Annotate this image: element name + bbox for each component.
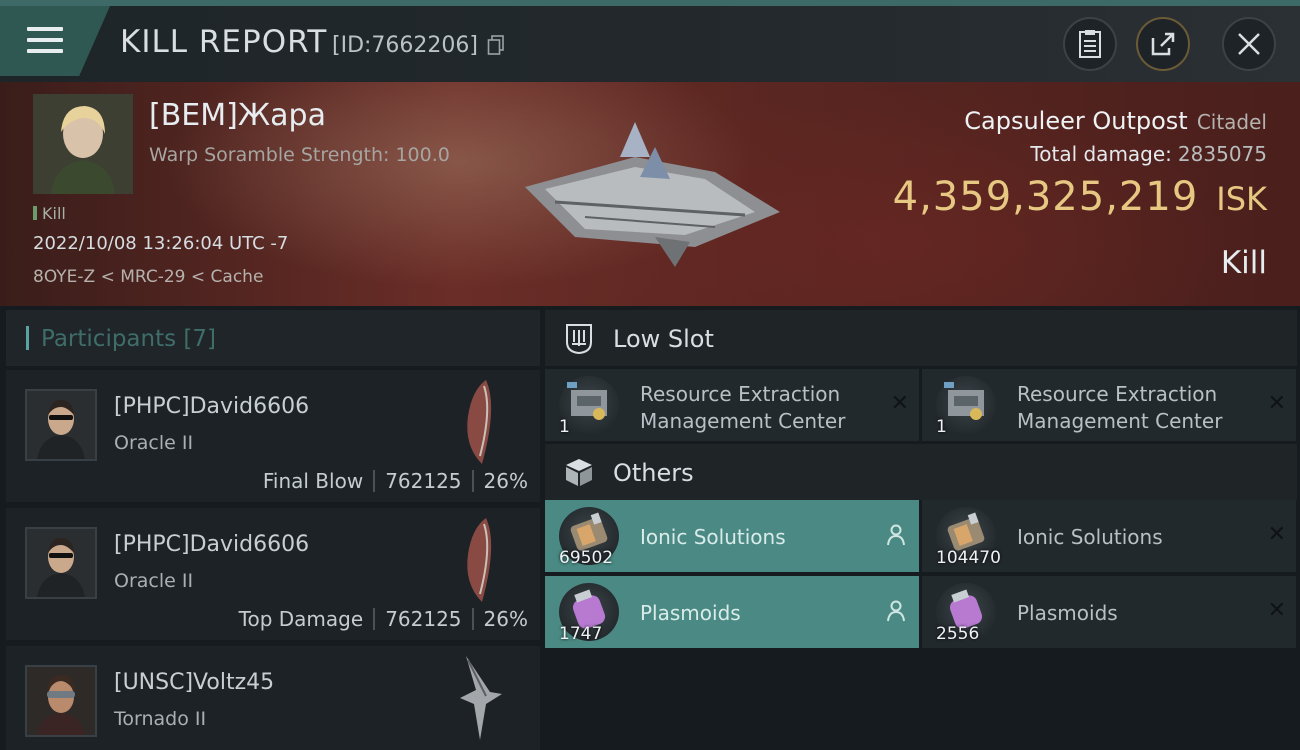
item-quantity: 69502	[559, 548, 614, 568]
divider	[471, 470, 474, 492]
victim-avatar-image	[33, 94, 133, 194]
victim-portrait[interactable]	[33, 94, 133, 194]
divider	[471, 608, 474, 630]
cube-icon	[566, 459, 592, 486]
item-name: Resource Extraction Management Center	[1017, 382, 1223, 433]
participants-header: Participants [7]	[6, 310, 540, 366]
item-name: Plasmoids	[1017, 601, 1118, 625]
dropped-person-icon	[887, 600, 905, 622]
isk-value-line: 4,359,325,219 ISK	[893, 174, 1267, 220]
tornado-ship-icon	[460, 656, 502, 740]
isk-unit: ISK	[1216, 180, 1267, 218]
participant-name[interactable]: [PHPC]David6606	[114, 394, 309, 419]
clipboard-button[interactable]	[1063, 17, 1117, 71]
oracle-ship-icon	[467, 518, 492, 602]
kill-location[interactable]: 8OYE-Z < MRC-29 < Cache	[33, 267, 263, 287]
target-type: Citadel	[1196, 110, 1267, 134]
participant-row[interactable]: [UNSC]Voltz45 Tornado II	[6, 646, 540, 750]
warp-scramble-strength: Warp Soramble Strength: 100.0	[149, 144, 450, 166]
cargo-item[interactable]: 104470 Ionic Solutions ✕	[922, 500, 1296, 572]
citadel-ship-image	[525, 122, 780, 267]
total-damage: Total damage: 2835075	[1030, 142, 1267, 166]
destroyed-x-icon: ✕	[1267, 522, 1286, 547]
destroyed-x-icon: ✕	[890, 391, 909, 416]
item-name: Ionic Solutions	[1017, 525, 1163, 549]
close-icon	[1238, 33, 1260, 55]
participant-row[interactable]: [PHPC]David6606 Oracle II Top Damage 7621…	[6, 508, 540, 640]
cargo-item[interactable]: 69502 Ionic Solutions	[545, 500, 919, 572]
kill-datetime: 2022/10/08 13:26:04 UTC -7	[33, 233, 289, 254]
avatar	[25, 665, 97, 737]
low-slot-title: Low Slot	[613, 325, 714, 353]
total-damage-label: Total damage:	[1030, 142, 1172, 166]
participant-stats: Final Blow 762125 26%	[263, 469, 528, 493]
item-name: Ionic Solutions	[640, 525, 786, 549]
target-info: Capsuleer Outpost Citadel	[964, 107, 1267, 135]
share-icon	[1151, 32, 1175, 56]
participant-role: Final Blow	[262, 469, 364, 493]
participants-panel: Participants [7] [PHPC]David6606 Oracle …	[6, 310, 540, 750]
top-bar: KILL REPORT [ID:7662206]	[0, 0, 1300, 82]
oracle-ship-icon	[467, 380, 492, 464]
report-id: [ID:7662206]	[332, 33, 478, 58]
participant-damage: 762125	[385, 469, 462, 493]
fitting-panel: Low Slot 1 Resource Extraction Managemen…	[545, 310, 1300, 750]
total-damage-value: 2835075	[1177, 142, 1267, 166]
participants-title: Participants [7]	[26, 326, 216, 352]
participant-percent: 26%	[483, 469, 528, 493]
participant-stats: Top Damage 762125 26%	[239, 607, 528, 631]
others-header: Others	[545, 444, 1297, 500]
low-slot-icon	[566, 324, 592, 354]
participant-name[interactable]: [UNSC]Voltz45	[114, 670, 274, 695]
participant-ship: Oracle II	[114, 432, 194, 454]
victim-name[interactable]: [BEM]Жара	[149, 98, 326, 133]
module-item[interactable]: 1 Resource Extraction Management Center …	[922, 369, 1296, 441]
item-quantity: 1	[559, 417, 570, 437]
participant-name[interactable]: [PHPC]David6606	[114, 532, 309, 557]
participant-percent: 26%	[483, 607, 528, 631]
close-button[interactable]	[1222, 17, 1276, 71]
participant-ship: Tornado II	[114, 708, 207, 730]
target-name[interactable]: Capsuleer Outpost	[964, 107, 1187, 135]
kill-summary-banner: [BEM]Жара Warp Soramble Strength: 100.0 …	[0, 82, 1300, 306]
cargo-item[interactable]: 2556 Plasmoids ✕	[922, 576, 1296, 648]
divider	[373, 608, 376, 630]
result-label: Kill	[1220, 245, 1267, 281]
item-name: Resource Extraction Management Center	[640, 382, 846, 433]
clipboard-icon	[1079, 30, 1101, 58]
copy-icon[interactable]	[487, 35, 505, 55]
destroyed-x-icon: ✕	[1267, 598, 1286, 623]
dropped-person-icon	[887, 524, 905, 546]
participant-role: Top Damage	[238, 607, 364, 631]
item-quantity: 2556	[936, 624, 980, 644]
hamburger-menu-icon[interactable]	[27, 27, 63, 55]
share-button[interactable]	[1136, 17, 1190, 71]
participant-ship: Oracle II	[114, 570, 194, 592]
isk-value: 4,359,325,219	[892, 174, 1199, 220]
participant-damage: 762125	[385, 607, 462, 631]
item-name: Plasmoids	[640, 601, 741, 625]
kill-tag: Kill	[33, 204, 66, 223]
avatar	[25, 389, 97, 461]
module-item[interactable]: 1 Resource Extraction Management Center …	[545, 369, 919, 441]
page-title: KILL REPORT	[120, 24, 328, 60]
top-accent-line	[0, 0, 1300, 6]
others-title: Others	[613, 459, 694, 487]
destroyed-x-icon: ✕	[1267, 391, 1286, 416]
item-quantity: 1	[936, 417, 947, 437]
low-slot-header: Low Slot	[545, 310, 1297, 366]
item-quantity: 1747	[559, 624, 603, 644]
participant-row[interactable]: [PHPC]David6606 Oracle II Final Blow 7621…	[6, 370, 540, 502]
divider	[373, 470, 376, 492]
cargo-item[interactable]: 1747 Plasmoids	[545, 576, 919, 648]
avatar	[25, 527, 97, 599]
item-quantity: 104470	[936, 548, 1001, 568]
